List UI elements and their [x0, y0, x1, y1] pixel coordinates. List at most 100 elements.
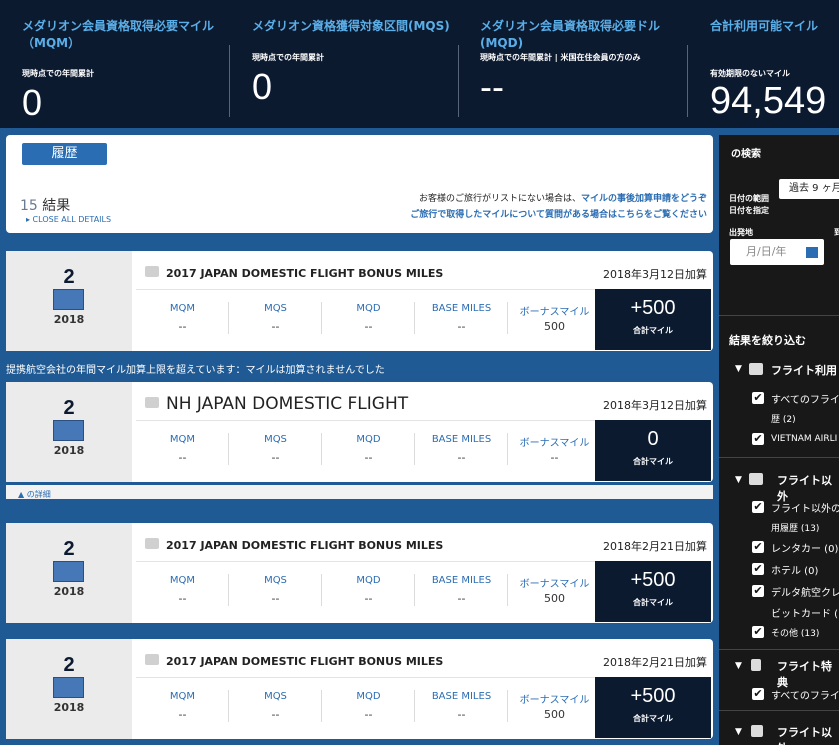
stat-sub: 現時点での年間累計 — [252, 53, 324, 62]
collapse-triangle-icon[interactable]: ▼ — [735, 727, 742, 737]
details-toggle-link[interactable]: ▲ の詳細 — [18, 489, 51, 500]
checkbox[interactable]: ✔ — [752, 585, 764, 597]
briefcase-icon — [145, 538, 159, 549]
filter-item: レンタカー (0) — [771, 544, 839, 555]
calendar-icon — [53, 420, 84, 441]
value-column: ボーナスマイル 500 — [508, 678, 601, 740]
column-label: BASE MILES — [431, 691, 492, 702]
briefcase-icon — [145, 654, 159, 665]
filter-item: VIETNAM AIRLI — [771, 434, 838, 444]
value-column: ボーナスマイル 500 — [508, 562, 601, 624]
date-block: 2 2018 — [6, 639, 132, 739]
column-value: -- — [364, 592, 373, 605]
date-day: 2 — [63, 397, 75, 419]
checkbox[interactable]: ✔ — [752, 433, 764, 445]
column-label: MQS — [264, 303, 287, 314]
collapse-triangle-icon[interactable]: ▼ — [735, 364, 742, 374]
date-day: 2 — [63, 266, 75, 288]
value-column: MQD -- — [322, 290, 415, 352]
column-label: ボーナスマイル — [519, 695, 590, 706]
column-label: MQM — [169, 575, 196, 586]
checkbox[interactable]: ✔ — [752, 541, 764, 553]
posted-date: 2018年3月12日加算 — [603, 399, 707, 412]
activity-name: NH JAPAN DOMESTIC FLIGHT — [166, 394, 409, 414]
column-value: -- — [364, 708, 373, 721]
value-column: BASE MILES -- — [415, 562, 508, 624]
miles-question-link[interactable]: ご旅行で取得したマイルについて質問がある場合はこちらをご覧ください — [410, 207, 707, 220]
value-column: MQM -- — [136, 290, 229, 352]
column-value: -- — [271, 708, 280, 721]
filter-section-non-flight-2[interactable]: フライト以外 — [777, 724, 839, 745]
column-label: BASE MILES — [431, 434, 492, 445]
value-column: ボーナスマイル -- — [508, 421, 601, 483]
value-column: MQS -- — [229, 562, 322, 624]
stats-bar: メダリオン会員資格取得必要マイル （MQM） 現時点での年間累計 0 メダリオン資… — [0, 0, 839, 128]
column-label: MQM — [169, 303, 196, 314]
stat-title-2: （MQM） — [22, 36, 81, 50]
value-column: MQM -- — [136, 421, 229, 483]
filter-section-award[interactable]: フライト特典 — [777, 658, 839, 690]
activity-name: 2017 JAPAN DOMESTIC FLIGHT BONUS MILES — [166, 655, 444, 668]
column-value: -- — [178, 451, 187, 464]
request-miles-link[interactable]: マイルの事後加算申請をどうぞ — [581, 194, 707, 204]
column-value: 500 — [544, 592, 565, 605]
collapse-triangle-icon[interactable]: ▼ — [735, 475, 742, 485]
filter-section-flight[interactable]: フライト利用 — [771, 362, 837, 378]
value-column: MQD -- — [322, 562, 415, 624]
stat-value: -- — [480, 66, 504, 107]
collapse-triangle-icon[interactable]: ▼ — [735, 661, 742, 671]
divider — [719, 457, 839, 458]
stat-title: 合計利用可能マイル — [710, 19, 819, 33]
total-miles-label: 合計マイル — [633, 598, 673, 607]
search-sidebar: の検索 日付の範囲 日付を指定 過去 9 ヶ月 出発地 到 月/日/年 結果を絞… — [719, 135, 839, 745]
airplane-icon — [749, 363, 763, 375]
column-label: MQD — [356, 434, 381, 445]
filter-item: すべてのフライ — [771, 691, 839, 702]
briefcase-icon — [749, 473, 763, 485]
value-column: BASE MILES -- — [415, 290, 508, 352]
filter-item: 歴 (2) — [771, 415, 796, 425]
column-value: -- — [457, 451, 466, 464]
date-year: 2018 — [53, 701, 85, 714]
checkbox[interactable]: ✔ — [752, 563, 764, 575]
close-all-details-link[interactable]: ▸ CLOSE ALL DETAILS — [26, 215, 111, 224]
checkbox[interactable]: ✔ — [752, 501, 764, 513]
column-value: -- — [457, 592, 466, 605]
date-range-select[interactable]: 過去 9 ヶ月 — [779, 179, 839, 199]
detail-bar — [6, 485, 713, 499]
activity-row[interactable]: 2 2018 NH JAPAN DOMESTIC FLIGHT 2018年3月12日加… — [6, 382, 713, 482]
value-column: MQM -- — [136, 562, 229, 624]
checkbox[interactable]: ✔ — [752, 626, 764, 638]
date-block: 2 2018 — [6, 251, 132, 351]
date-block: 2 2018 — [6, 523, 132, 623]
column-value: -- — [364, 320, 373, 333]
total-miles-box: +500 合計マイル — [595, 561, 711, 622]
briefcase-icon — [145, 397, 159, 408]
missing-trip-note: お客様のご旅行がリストにない場合は、マイルの事後加算申請をどうぞ — [419, 191, 707, 204]
checkbox[interactable]: ✔ — [752, 392, 764, 404]
total-miles-box: 0 合計マイル — [595, 420, 711, 481]
date-specify-label: 日付を指定 — [729, 206, 769, 215]
value-column: MQD -- — [322, 678, 415, 740]
total-miles-value: +500 — [630, 297, 676, 319]
activity-row[interactable]: 2 2018 2017 JAPAN DOMESTIC FLIGHT BONUS MI… — [6, 251, 713, 351]
divider — [719, 710, 839, 711]
filter-item: ホテル (0) — [771, 566, 819, 577]
total-miles-label: 合計マイル — [633, 714, 673, 723]
stat-sub: 有効期限のないマイル — [710, 69, 790, 78]
column-label: MQD — [356, 691, 381, 702]
value-column: BASE MILES -- — [415, 421, 508, 483]
column-label: MQS — [264, 575, 287, 586]
activity-name: 2017 JAPAN DOMESTIC FLIGHT BONUS MILES — [166, 539, 444, 552]
tab-history[interactable]: 履歴 — [22, 143, 107, 165]
calendar-icon[interactable] — [806, 247, 818, 258]
column-value: 500 — [544, 708, 565, 721]
flag-icon — [751, 659, 761, 671]
value-column: BASE MILES -- — [415, 678, 508, 740]
total-miles-box: +500 合計マイル — [595, 289, 711, 350]
activity-row[interactable]: 2 2018 2017 JAPAN DOMESTIC FLIGHT BONUS MI… — [6, 639, 713, 739]
checkbox[interactable]: ✔ — [752, 688, 764, 700]
column-value: -- — [550, 451, 559, 464]
activity-row[interactable]: 2 2018 2017 JAPAN DOMESTIC FLIGHT BONUS MI… — [6, 523, 713, 623]
stat-sub: 現時点での年間累計 | 米国在住会員の方のみ — [480, 53, 641, 62]
